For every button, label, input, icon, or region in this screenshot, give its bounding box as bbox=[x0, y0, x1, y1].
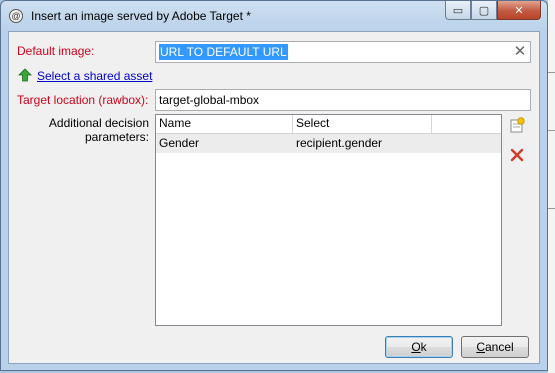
window-title: Insert an image served by Adobe Target * bbox=[31, 9, 251, 23]
column-header-name[interactable]: Name bbox=[156, 115, 293, 133]
maximize-button[interactable]: ▢ bbox=[471, 1, 497, 20]
grid-header: Name Select bbox=[156, 115, 501, 134]
title-bar[interactable]: @ Insert an image served by Adobe Target… bbox=[1, 1, 547, 31]
caption-buttons: ▭ ▢ ✕ bbox=[445, 1, 541, 21]
ok-button[interactable]: Ok bbox=[385, 336, 453, 358]
cancel-button[interactable]: Cancel bbox=[461, 336, 529, 358]
add-row-icon[interactable] bbox=[509, 117, 525, 133]
close-icon: ✕ bbox=[514, 4, 524, 17]
default-image-value: URL TO DEFAULT URL bbox=[159, 44, 288, 60]
delete-row-icon[interactable] bbox=[510, 148, 524, 162]
dialog-body: Default image: URL TO DEFAULT URL ✕ Sele… bbox=[8, 31, 540, 364]
row-name-cell[interactable]: Gender bbox=[156, 134, 199, 153]
app-icon: @ bbox=[9, 9, 23, 23]
default-image-label: Default image: bbox=[17, 44, 95, 58]
row-select-cell[interactable]: recipient.gender bbox=[293, 134, 382, 153]
minimize-icon: ▭ bbox=[452, 4, 464, 17]
dialog-window: @ Insert an image served by Adobe Target… bbox=[0, 0, 548, 371]
select-shared-asset-link[interactable]: Select a shared asset bbox=[37, 69, 152, 83]
shared-asset-icon bbox=[18, 68, 32, 82]
minimize-button[interactable]: ▭ bbox=[445, 1, 471, 20]
decision-params-grid[interactable]: Name Select Gender recipient.gender bbox=[155, 114, 502, 326]
target-location-field[interactable]: target-global-mbox bbox=[155, 89, 531, 111]
close-button[interactable]: ✕ bbox=[497, 1, 541, 20]
column-header-select[interactable]: Select bbox=[293, 115, 432, 133]
table-row[interactable]: Gender recipient.gender bbox=[156, 134, 501, 153]
background-window-edge bbox=[548, 0, 555, 373]
maximize-icon: ▢ bbox=[478, 4, 490, 17]
default-image-field[interactable]: URL TO DEFAULT URL ✕ bbox=[155, 41, 531, 63]
target-location-value: target-global-mbox bbox=[159, 93, 260, 107]
target-location-label: Target location (rawbox): bbox=[17, 93, 149, 107]
decision-params-label: Additional decision parameters: bbox=[48, 116, 149, 144]
clear-icon[interactable]: ✕ bbox=[510, 42, 530, 62]
